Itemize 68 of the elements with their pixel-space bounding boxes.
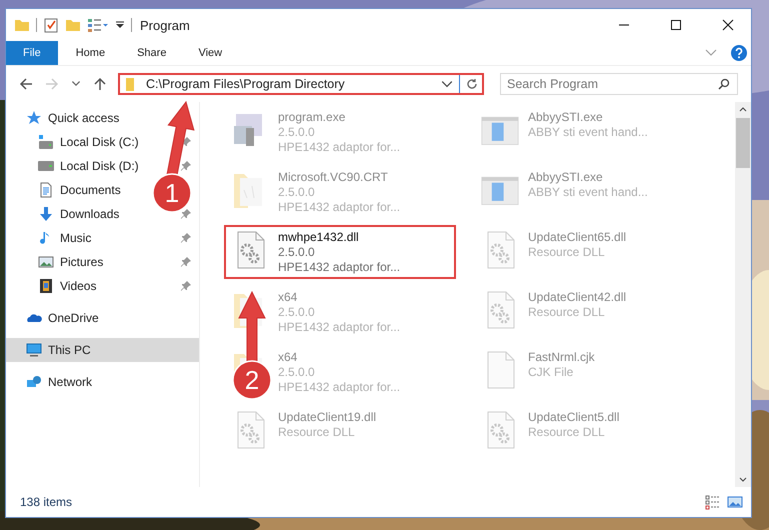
file-detail: ABBY sti event hand... [528, 185, 648, 200]
expand-ribbon-icon[interactable] [705, 49, 717, 57]
callout-arrow [238, 290, 266, 362]
step-badge [232, 360, 272, 400]
maximize-icon [670, 19, 682, 31]
file-detail: 2.5.0.0 [278, 185, 316, 200]
file-detail: Resource DLL [528, 425, 606, 440]
download-icon [38, 206, 54, 222]
details-view-icon[interactable] [705, 494, 721, 510]
view-menu-icon[interactable] [87, 17, 109, 33]
network-icon [26, 374, 42, 390]
sidebar-item[interactable]: Videos [60, 279, 96, 293]
up-arrow-icon[interactable] [92, 76, 108, 92]
sidebar-item[interactable]: This PC [6, 338, 199, 362]
file-detail: HPE1432 adaptor for... [278, 320, 400, 335]
drive-icon [38, 134, 54, 150]
sidebar-item[interactable]: Network [48, 375, 92, 389]
close-icon [722, 19, 734, 31]
file-detail: 2.5.0.0 [278, 305, 316, 320]
ribbon-tab[interactable]: Home [62, 41, 120, 65]
file-detail: CJK File [528, 365, 574, 380]
back-arrow-icon[interactable] [18, 76, 34, 92]
refresh-icon[interactable] [466, 78, 478, 90]
sidebar-item[interactable]: Documents [60, 183, 121, 197]
file-detail: HPE1432 adaptor for... [278, 200, 400, 215]
file-detail: ABBY sti event hand... [528, 125, 648, 140]
sidebar-item[interactable]: OneDrive [48, 311, 99, 325]
sidebar-item[interactable]: Local Disk (C:) [60, 135, 139, 149]
file-item[interactable]: mwhpe1432.dll 2.5.0.0 HPE1432 adaptor for... [224, 225, 456, 279]
file-detail: Resource DLL [528, 305, 606, 320]
window-title: Program [140, 18, 190, 32]
file-detail: Resource DLL [528, 245, 606, 260]
sidebar-item[interactable]: Pictures [60, 255, 104, 269]
pictures-icon [38, 254, 54, 270]
sidebar-item[interactable]: Downloads [60, 207, 120, 221]
film-icon [38, 278, 54, 294]
customize-caret-icon[interactable] [115, 20, 125, 30]
sidebar-item[interactable]: Quick access [48, 111, 120, 125]
minimize-icon [618, 24, 630, 26]
star-icon [26, 110, 42, 126]
scroll-thumb[interactable] [736, 118, 750, 168]
step-badge [152, 173, 192, 213]
document-icon [38, 182, 54, 198]
scrollbar[interactable] [735, 102, 751, 487]
sidebar-item[interactable]: Music [60, 231, 92, 245]
properties-icon[interactable] [43, 17, 59, 33]
step-number: 1 [164, 178, 180, 208]
file-detail: 2.5.0.0 [278, 365, 316, 380]
file-detail: HPE1432 adaptor for... [278, 140, 400, 155]
file-detail: 2.5.0.0 [278, 125, 316, 140]
ribbon-tab[interactable]: View [184, 41, 236, 65]
file-detail: HPE1432 adaptor for... [278, 260, 400, 275]
file-detail: 2.5.0.0 [278, 245, 316, 260]
step-number: 2 [244, 365, 260, 395]
file-detail: Resource DLL [278, 425, 356, 440]
item-count: 138 items [20, 495, 72, 509]
file-detail: HPE1432 adaptor for... [278, 380, 400, 395]
address-bar[interactable]: C:\Program Files\Program Directory [118, 73, 484, 95]
search-icon[interactable] [718, 78, 730, 90]
ribbon-tab[interactable]: File [6, 41, 58, 65]
large-icons-view-icon[interactable] [727, 494, 743, 510]
search-field[interactable]: Search Program [500, 73, 738, 95]
sidebar-item[interactable]: Local Disk (D:) [60, 159, 139, 173]
file-name[interactable]: mwhpe1432.dll [278, 230, 400, 245]
ribbon-tab[interactable]: Share [123, 41, 180, 65]
help-icon[interactable] [731, 45, 747, 61]
drive-icon [38, 158, 54, 174]
monitor-icon [26, 342, 42, 358]
